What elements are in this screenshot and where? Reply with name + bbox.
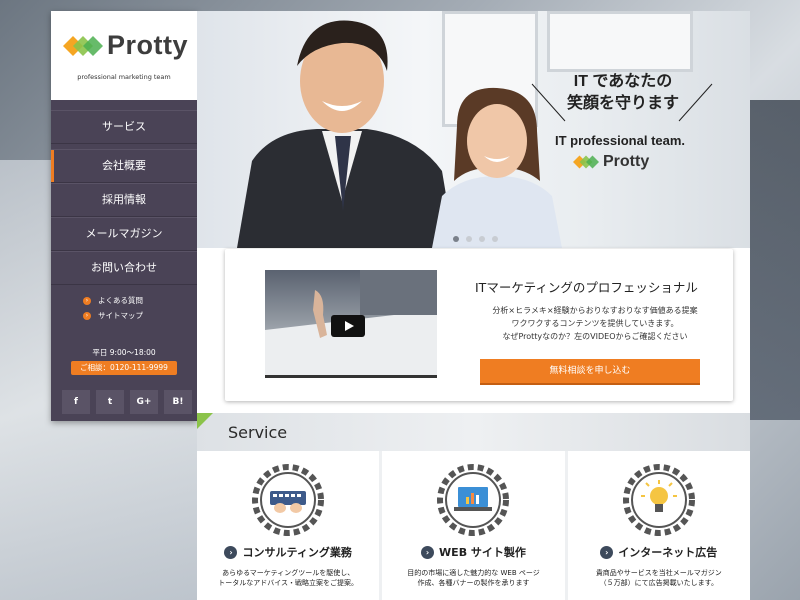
service-title: Service [228,423,288,442]
nav-item-company[interactable]: 会社概要 [51,149,197,183]
business-hours: 平日 9:00〜18:00 [92,348,156,357]
card-desc-line: 作成、各種バナーの製作を承ります [417,579,530,587]
hero-slider[interactable]: IT であなたの 笑顔を守ります IT professional team. P… [197,11,750,248]
service-card-web[interactable]: › WEB サイト製作 目的の市場に適した魅力的な WEB ページ 作成、各種バ… [382,451,565,600]
keyboard-hands-icon [252,464,325,536]
phone-button[interactable]: ご相談：0120-111-9999 [71,361,177,375]
hero-caption-line2: 笑顔を守ります [567,95,680,112]
nav-item-service[interactable]: サービス [51,110,197,144]
card-description: 貴商品やサービスを当社メールマガジン （５万部）にて広告掲載いたします。 [568,568,750,588]
social-links: f t G+ B! [62,390,192,414]
slider-dots [453,236,498,242]
logo-text: Protty [107,30,189,60]
arrow-right-icon: › [224,545,238,559]
google-plus-icon[interactable]: G+ [130,390,158,414]
card-desc-line: 貴商品やサービスを当社メールマガジン [595,569,722,577]
promo-text: 分析×ヒラメキ×経験からおりなすおりなす価値ある提案 ワクワクするコンテンツを提… [475,304,715,343]
free-consultation-button[interactable]: 無料相談を申し込む [480,359,700,383]
arrow-right-icon: › [83,296,91,305]
logo-mark-icon [63,36,103,56]
card-title: › コンサルティング業務 [197,544,379,560]
main-content: IT であなたの 笑顔を守ります IT professional team. P… [197,11,750,600]
card-title: › WEB サイト製作 [382,544,564,560]
slider-dot[interactable] [466,236,472,242]
logo[interactable]: Protty professional marketing team [51,11,197,100]
sublink-label: サイトマップ [98,311,143,320]
card-title: › インターネット広告 [568,544,750,560]
hero-logo: Protty [573,153,649,171]
corner-triangle-icon [197,413,213,429]
promo-text-line: なぜProttyなのか？左のVIDEOからご確認ください [502,332,688,341]
service-header: Service [197,413,750,451]
card-description: 目的の市場に適した魅力的な WEB ページ 作成、各種バナーの製作を承ります [382,568,564,588]
facebook-icon[interactable]: f [62,390,90,414]
hero-caption-line3: IT professional team. [555,133,686,148]
promo-box: ITマーケティングのプロフェッショナル 分析×ヒラメキ×経験からおりなすおりなす… [225,249,733,401]
nav-item-newsletter[interactable]: メールマガジン [51,217,197,251]
hero-man-photo [237,20,455,248]
nav-gap [51,100,197,110]
service-card-consulting[interactable]: › コンサルティング業務 あらゆるマーケティングツールを駆使し、 トータルなアド… [197,451,380,600]
logo-tagline: professional marketing team [77,73,171,81]
arrow-right-icon: › [600,545,614,559]
hero-logo-text: Protty [603,153,650,170]
slider-dot[interactable] [492,236,498,242]
video-progress-bar[interactable] [265,375,437,378]
lightbulb-icon [622,464,695,536]
hatena-bookmark-icon[interactable]: B! [164,390,192,414]
service-cards: › コンサルティング業務 あらゆるマーケティングツールを駆使し、 トータルなアド… [197,451,750,600]
nav-item-recruit[interactable]: 採用情報 [51,183,197,217]
hero-caption: IT であなたの 笑顔を守ります [567,71,679,115]
promo-text-line: ワクワクするコンテンツを提供していきます。 [511,319,679,328]
sidebar: Protty professional marketing team サービス … [51,11,197,421]
hero-window [547,11,693,72]
card-desc-line: 目的の市場に適した魅力的な WEB ページ [407,569,540,577]
service-card-ads[interactable]: › インターネット広告 貴商品やサービスを当社メールマガジン （５万部）にて広告… [567,451,750,600]
promo-text-line: 分析×ヒラメキ×経験からおりなすおりなす価値ある提案 [492,306,698,315]
promo-title: ITマーケティングのプロフェッショナル [475,280,698,295]
sublink-faq[interactable]: › よくある質問 [83,293,197,308]
laptop-chart-icon [437,464,510,536]
arrow-right-icon: › [83,311,91,320]
twitter-icon[interactable]: t [96,390,124,414]
video-player[interactable] [265,270,437,378]
card-title-text: インターネット広告 [618,546,718,559]
logo-mark-icon [573,155,599,169]
card-desc-line: トータルなアドバイス・戦略立案をご提案。 [218,579,359,587]
card-desc-line: （５万部）にて広告掲載いたします。 [599,579,718,587]
sublink-label: よくある質問 [98,296,143,305]
arrow-right-icon: › [421,545,435,559]
sublink-sitemap[interactable]: › サイトマップ [83,308,197,323]
card-title-text: WEB サイト製作 [439,546,526,559]
hero-caption-line1: IT であなたの [573,73,673,90]
nav-item-contact[interactable]: お問い合わせ [51,251,197,285]
sub-links: › よくある質問 › サイトマップ [51,285,197,323]
slider-dot[interactable] [479,236,485,242]
card-desc-line: あらゆるマーケティングツールを駆使し、 [222,569,355,577]
card-description: あらゆるマーケティングツールを駆使し、 トータルなアドバイス・戦略立案をご提案。 [197,568,379,588]
card-title-text: コンサルティング業務 [242,546,352,559]
slider-dot[interactable] [453,236,459,242]
play-icon[interactable] [331,315,365,337]
